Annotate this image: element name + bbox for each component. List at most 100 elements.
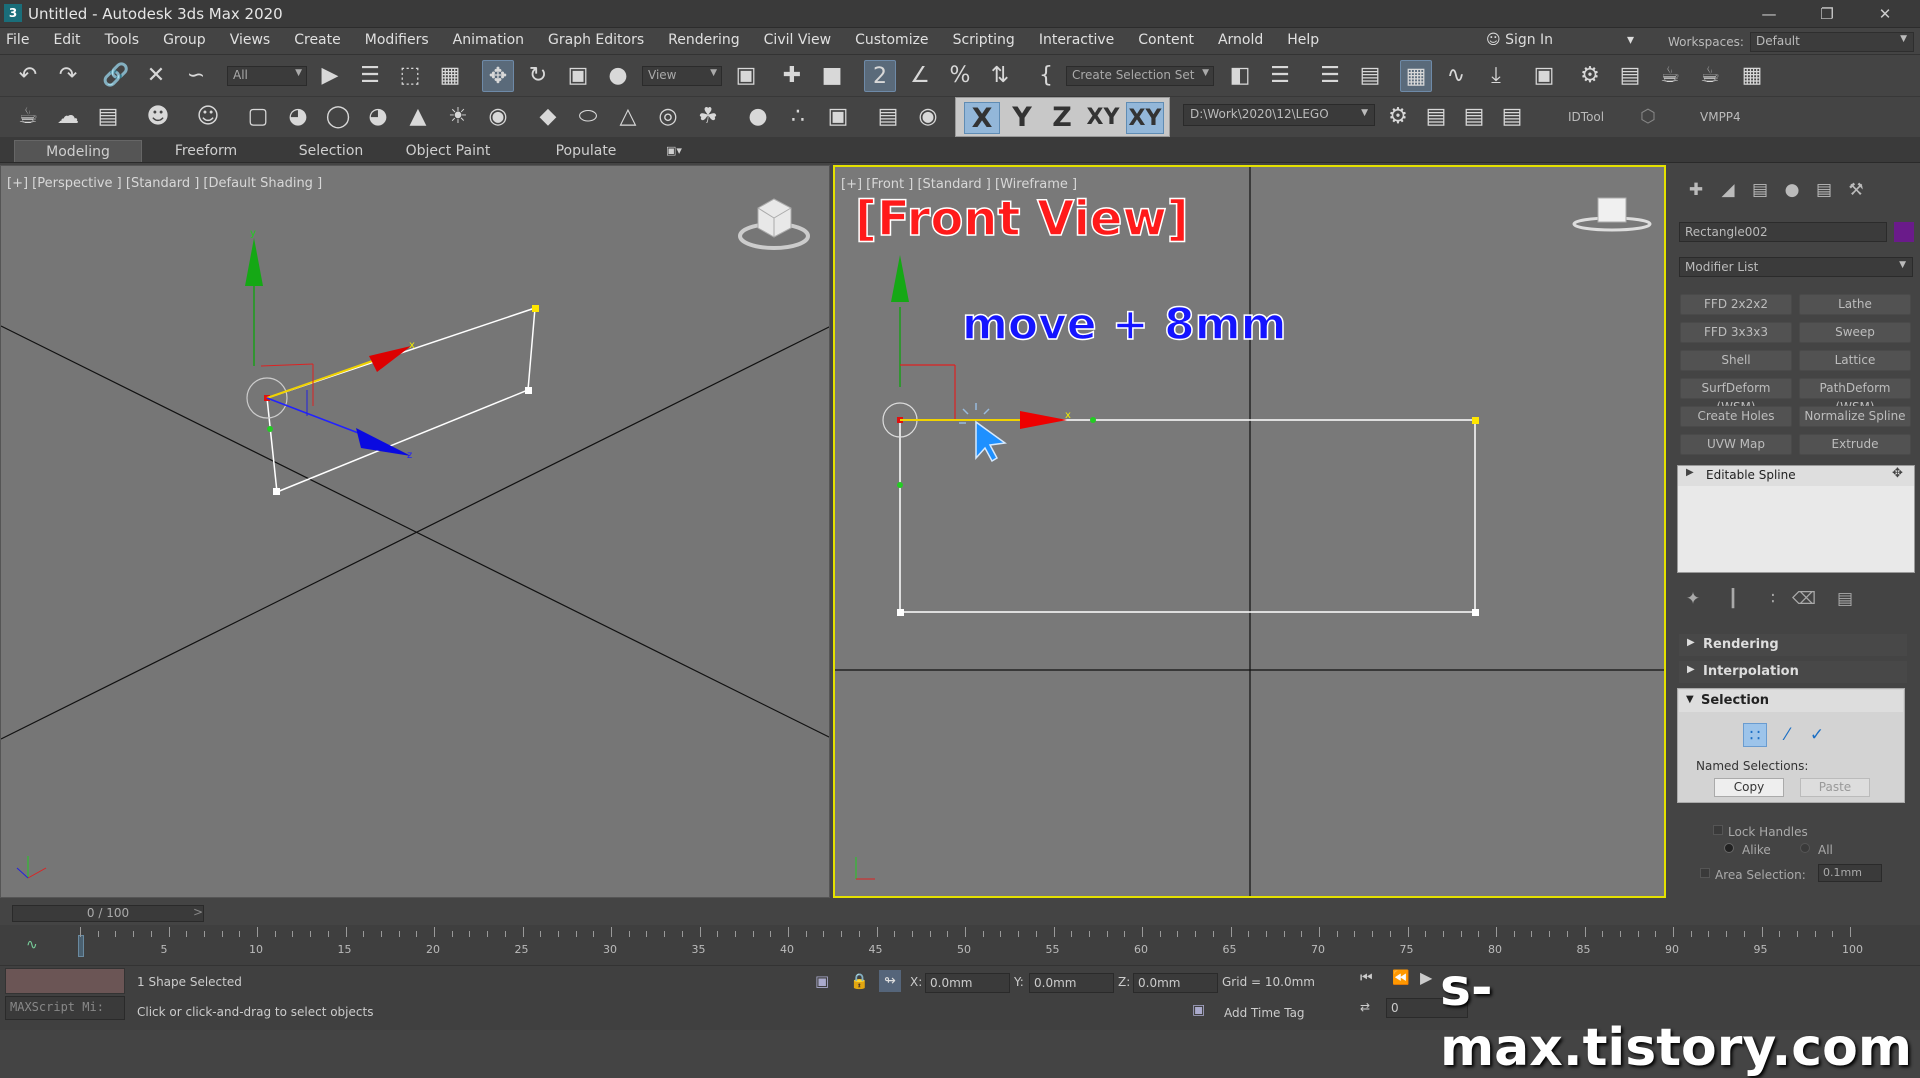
vmpp4-button[interactable]: VMPP4 (1700, 110, 1741, 124)
select-object-icon[interactable]: ▶ (314, 60, 346, 92)
render-frame-icon[interactable]: ▣ (822, 101, 854, 133)
modifier-button[interactable]: Lathe (1799, 294, 1911, 315)
torus-icon[interactable]: ◯ (322, 101, 354, 133)
copy-button[interactable]: Copy (1714, 778, 1784, 797)
render-production-icon[interactable]: ☕ (1654, 60, 1686, 92)
menu-create[interactable]: Create (294, 32, 341, 48)
go-to-start-icon[interactable]: ⏮ (1360, 970, 1373, 986)
rectangle-spline[interactable] (264, 305, 539, 495)
isolate-selection-icon[interactable]: ▣ (815, 972, 829, 990)
viewport-perspective[interactable]: [+] [Perspective ] [Standard ] [Default … (0, 165, 830, 898)
wire-object-icon[interactable]: △ (612, 101, 644, 133)
absolute-offset-toggle-icon[interactable]: ↬ (879, 970, 901, 992)
menu-help[interactable]: Help (1287, 32, 1319, 48)
create-tab-icon[interactable]: ✚ (1681, 177, 1711, 203)
modifier-button[interactable]: FFD 3x3x3 (1680, 322, 1792, 343)
menu-modifiers[interactable]: Modifiers (365, 32, 429, 48)
modifier-button[interactable]: Shell (1680, 350, 1792, 371)
maxscript-mini-listener[interactable]: MAXScript Mi: (5, 996, 125, 1020)
make-unique-icon[interactable]: ∶ (1762, 588, 1784, 610)
rollout-rendering[interactable]: ▶ Rendering (1679, 634, 1907, 656)
modifier-button[interactable]: PathDeform (WSM) (1799, 378, 1911, 414)
workspace-dropdown[interactable]: Default ▼ (1750, 32, 1914, 52)
select-and-rotate-icon[interactable]: ↻ (522, 60, 554, 92)
menu-rendering[interactable]: Rendering (668, 32, 740, 48)
modifier-button[interactable]: UVW Map (1680, 434, 1792, 455)
cone-icon[interactable]: ▲ (402, 101, 434, 133)
material-editor-icon[interactable]: ▣ (1528, 60, 1560, 92)
hexagon-icon[interactable]: ⬡ (1640, 106, 1656, 127)
disc-icon[interactable]: ◉ (482, 101, 514, 133)
menu-animation[interactable]: Animation (453, 32, 524, 48)
menu-civil-view[interactable]: Civil View (764, 32, 831, 48)
mask-icon[interactable]: ☺ (192, 101, 224, 133)
tab-object-paint[interactable]: Object Paint (392, 140, 504, 162)
axis-xy-cycle-button[interactable]: XY (1126, 102, 1164, 134)
area-selection-spinner[interactable]: 0.1mm (1818, 864, 1882, 882)
y-coordinate-field[interactable]: 0.0mm (1029, 973, 1114, 993)
menu-content[interactable]: Content (1138, 32, 1194, 48)
percent-snap-icon[interactable]: % (944, 60, 976, 92)
modifier-button[interactable]: Normalize Spline (1799, 406, 1911, 427)
modifier-button[interactable]: FFD 2x2x2 (1680, 294, 1792, 315)
maxscript-listener-output[interactable] (5, 968, 125, 994)
key-mode-icon[interactable]: ⇄ (1360, 1000, 1370, 1014)
axis-z-button[interactable]: Z (1044, 102, 1080, 134)
sphere-icon[interactable]: ● (742, 101, 774, 133)
sign-in-button[interactable]: ☺ Sign In ▾ (1486, 32, 1634, 52)
modifier-button[interactable]: Extrude (1799, 434, 1911, 455)
area-selection-checkbox[interactable] (1700, 868, 1710, 878)
snaps-toggle-icon[interactable]: 2 (864, 60, 896, 92)
utilities-tab-icon[interactable]: ⚒ (1841, 177, 1871, 203)
rack-icon[interactable]: ▤ (872, 101, 904, 133)
restore-button[interactable]: ❐ (1804, 0, 1850, 28)
script-icon-3[interactable]: ▤ (1458, 101, 1490, 133)
z-coordinate-field[interactable]: 0.0mm (1133, 973, 1218, 993)
mirror-icon[interactable]: ◧ (1224, 60, 1256, 92)
object-color-swatch[interactable] (1894, 222, 1914, 242)
stack-item-editable-spline[interactable]: Editable Spline (1678, 466, 1914, 486)
time-tag-icon[interactable]: ▣ (1192, 1002, 1205, 1018)
script-icon-2[interactable]: ▤ (1420, 101, 1452, 133)
axis-xy-button[interactable]: XY (1084, 102, 1122, 134)
app-icon[interactable]: 3 (4, 4, 22, 22)
play-icon[interactable]: ▶ (1420, 968, 1432, 987)
lock-selection-icon[interactable]: 🔒 (850, 972, 869, 990)
time-slider-handle[interactable] (78, 935, 84, 957)
image-icon[interactable]: ▤ (92, 101, 124, 133)
spinner-snap-icon[interactable]: ⇅ (984, 60, 1016, 92)
menu-tools[interactable]: Tools (105, 32, 140, 48)
add-time-tag[interactable]: Add Time Tag (1224, 1006, 1305, 1020)
modifier-button[interactable]: SurfDeform (WSM) (1680, 378, 1792, 414)
link-icon[interactable]: 🔗 (100, 60, 132, 92)
target-icon[interactable]: ◉ (912, 101, 944, 133)
named-selection-set-dropdown[interactable]: Create Selection Set ▼ (1066, 66, 1214, 86)
project-path-dropdown[interactable]: D:\Work\2020\12\LEGO ▼ (1183, 104, 1375, 126)
hierarchy-tab-icon[interactable]: ▤ (1745, 177, 1775, 203)
render-iterative-icon[interactable]: ☕ (1694, 60, 1726, 92)
redo-icon[interactable]: ↷ (52, 60, 84, 92)
render-setup-icon[interactable]: ⚙ (1574, 60, 1606, 92)
time-slider[interactable]: 0 / 100 (12, 905, 204, 922)
modifier-list-dropdown[interactable]: Modifier List ▼ (1679, 257, 1913, 277)
menu-file[interactable]: File (6, 32, 29, 48)
spheres-icon[interactable]: ∴ (782, 101, 814, 133)
bowl-icon[interactable]: ◕ (362, 101, 394, 133)
rendered-frame-window-icon[interactable]: ▤ (1614, 60, 1646, 92)
select-and-move-icon[interactable]: ✥ (482, 60, 514, 92)
motion-tab-icon[interactable]: ● (1777, 177, 1807, 203)
script-icon-4[interactable]: ▤ (1496, 101, 1528, 133)
object-name-field[interactable]: Rectangle002 (1679, 222, 1887, 242)
plant-icon[interactable]: ☘ (692, 101, 724, 133)
viewcube[interactable] (1572, 197, 1652, 232)
stack-options-icon[interactable]: ✥ (1892, 466, 1903, 481)
menu-arnold[interactable]: Arnold (1218, 32, 1263, 48)
ribbon-options-icon[interactable]: ▣▾ (656, 140, 692, 162)
modify-tab-icon[interactable]: ◢ (1713, 177, 1743, 203)
remove-modifier-icon[interactable]: ⌫ (1792, 588, 1816, 610)
tab-modeling[interactable]: Modeling (14, 140, 142, 162)
tab-selection[interactable]: Selection (262, 140, 400, 162)
edit-named-selection-icon[interactable]: { (1030, 60, 1062, 92)
viewcube[interactable] (738, 198, 810, 250)
menu-views[interactable]: Views (230, 32, 271, 48)
